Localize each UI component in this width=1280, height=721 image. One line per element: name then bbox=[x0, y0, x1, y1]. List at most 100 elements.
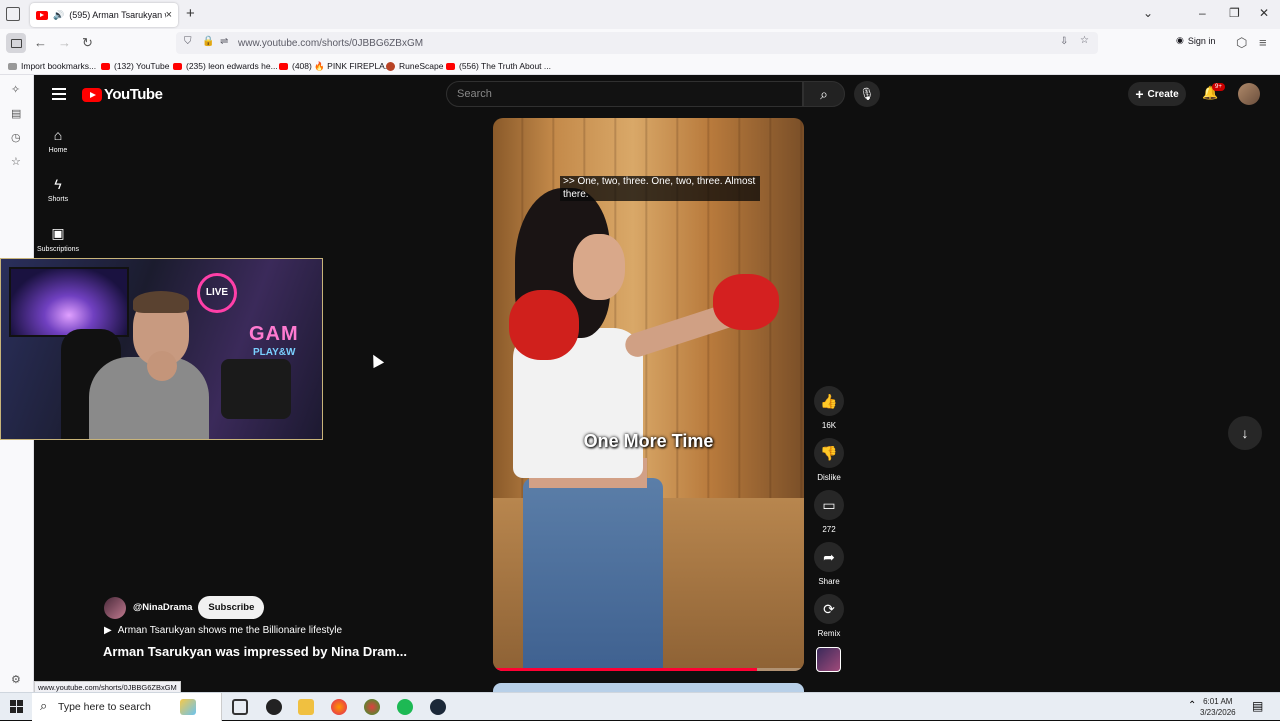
neon-sign-live: LIVE bbox=[197, 273, 237, 313]
sound-link[interactable]: ▶ Arman Tsarukyan shows me the Billionair… bbox=[104, 625, 342, 636]
windows-start-icon[interactable] bbox=[10, 700, 23, 713]
search-button[interactable]: ⌕ bbox=[803, 81, 845, 107]
thumbs-up-icon: 👍 bbox=[814, 386, 844, 416]
star-icon[interactable]: ☆ bbox=[1080, 35, 1089, 46]
navigation-bar: ← → ↻ ⛉ 🔒 ⇌ www.youtube.com/shorts/0JBBG… bbox=[0, 29, 1280, 57]
bookmark-item[interactable]: (132) YouTube bbox=[101, 61, 169, 71]
share-arrow-icon: ➦ bbox=[814, 542, 844, 572]
nav-item-home[interactable]: ⌂ Home bbox=[34, 127, 82, 154]
channel-avatar[interactable] bbox=[104, 596, 126, 619]
bookmark-item[interactable]: (235) leon edwards he... bbox=[173, 61, 278, 71]
menu-icon[interactable]: ≡ bbox=[1259, 35, 1267, 50]
import-icon bbox=[8, 62, 17, 70]
firefox-icon[interactable] bbox=[331, 699, 347, 715]
dislike-label: Dislike bbox=[817, 473, 841, 482]
voice-search-button[interactable]: 🎙 bbox=[854, 81, 880, 107]
youtube-logo[interactable]: YouTube bbox=[82, 86, 163, 103]
close-tab-icon[interactable]: × bbox=[166, 9, 172, 21]
boxer-jeans-image bbox=[523, 478, 663, 671]
steam-icon[interactable] bbox=[430, 699, 446, 715]
bookmarks-bar: Import bookmarks... (132) YouTube (235) … bbox=[0, 57, 1280, 75]
nav-item-subscriptions[interactable]: ▣ Subscriptions bbox=[34, 225, 82, 253]
share-label: Share bbox=[818, 577, 840, 586]
ai-sparkle-icon[interactable]: ✧ bbox=[11, 83, 20, 96]
search-input[interactable]: Search bbox=[446, 81, 803, 107]
subscribe-button[interactable]: Subscribe bbox=[198, 596, 265, 619]
bookmarks-icon[interactable]: ☆ bbox=[11, 155, 21, 168]
history-icon[interactable]: ◷ bbox=[11, 131, 21, 144]
shorts-icon: ϟ bbox=[54, 176, 62, 192]
speaker-icon[interactable]: 🔊 bbox=[53, 10, 64, 21]
video-progress-bar[interactable] bbox=[493, 668, 804, 671]
obs-icon[interactable] bbox=[266, 699, 282, 715]
video-title[interactable]: Arman Tsarukyan was impressed by Nina Dr… bbox=[103, 644, 407, 659]
bookmark-label: (132) YouTube bbox=[114, 61, 170, 71]
permissions-icon[interactable]: ⇌ bbox=[220, 36, 228, 47]
tab-list-icon[interactable] bbox=[6, 7, 20, 21]
forward-button[interactable]: → bbox=[58, 35, 71, 50]
share-button[interactable]: ➦ Share bbox=[813, 542, 845, 586]
streamer-image bbox=[89, 291, 209, 439]
nav-label: Home bbox=[48, 147, 68, 154]
progress-fill bbox=[493, 668, 758, 671]
notifications-icon[interactable]: ▤ bbox=[1252, 699, 1263, 713]
new-tab-button[interactable]: + bbox=[186, 5, 195, 22]
chevron-up-icon[interactable]: ⌃ bbox=[1188, 700, 1196, 711]
url-text: www.youtube.com/shorts/0JBBG6ZBxGM bbox=[238, 38, 424, 49]
extensions-icon[interactable]: ⬡ bbox=[1236, 35, 1247, 51]
bookmark-label: (235) leon edwards he... bbox=[186, 61, 278, 71]
url-bar[interactable]: ⛉ 🔒 ⇌ www.youtube.com/shorts/0JBBG6ZBxGM… bbox=[176, 32, 1098, 54]
like-button[interactable]: 👍 16K bbox=[813, 386, 845, 430]
nav-label: Shorts bbox=[47, 196, 69, 203]
bookmark-item[interactable]: RuneScape bbox=[386, 61, 443, 71]
close-window-button[interactable]: ✕ bbox=[1259, 6, 1269, 20]
reload-button[interactable]: ↻ bbox=[82, 35, 93, 51]
bookmark-item[interactable]: (408) 🔥 PINK FIREPLA... bbox=[279, 61, 392, 72]
thumbs-down-icon: 👎 bbox=[814, 438, 844, 468]
chrome-icon[interactable] bbox=[364, 699, 380, 715]
neon-sign-game: GAM bbox=[249, 323, 299, 345]
avatar[interactable] bbox=[1238, 83, 1260, 105]
boxing-glove-image bbox=[509, 290, 579, 360]
shorts-video-player[interactable]: >> One, two, three. One, two, three. Alm… bbox=[493, 118, 804, 671]
channel-name[interactable]: @NinaDrama bbox=[133, 602, 192, 613]
comments-button[interactable]: ▭ 272 bbox=[813, 490, 845, 534]
sound-thumbnail[interactable] bbox=[816, 647, 841, 672]
spotify-icon[interactable] bbox=[397, 699, 413, 715]
back-button[interactable]: ← bbox=[34, 35, 47, 50]
create-button[interactable]: + Create bbox=[1128, 82, 1186, 106]
remix-button[interactable]: ⟳ Remix bbox=[813, 594, 845, 638]
sign-in-button[interactable]: ◉ Sign in bbox=[1176, 35, 1215, 46]
restore-button[interactable]: ❐ bbox=[1229, 6, 1240, 20]
sidebar-toggle-button[interactable] bbox=[6, 33, 26, 53]
settings-gear-icon[interactable]: ⚙ bbox=[11, 673, 21, 686]
microphone-icon: 🎙 bbox=[859, 87, 875, 101]
windows-taskbar: Type here to search ⌃ 6:01 AM3/23/2026 ▤ bbox=[0, 692, 1280, 721]
task-view-icon[interactable] bbox=[232, 699, 248, 715]
dislike-button[interactable]: 👎 Dislike bbox=[813, 438, 845, 482]
webcam-overlay: LIVE GAM PLAY&W bbox=[0, 258, 323, 440]
file-explorer-icon[interactable] bbox=[298, 699, 314, 715]
search-icon: ⌕ bbox=[820, 86, 828, 102]
minimize-button[interactable]: – bbox=[1199, 6, 1206, 20]
search-highlight-icon[interactable] bbox=[180, 699, 196, 715]
browser-tab[interactable]: 🔊 (595) Arman Tsarukyan was i × bbox=[30, 3, 178, 27]
system-clock[interactable]: 6:01 AM 3/23/2026 bbox=[1200, 696, 1236, 718]
notification-badge: 9+ bbox=[1212, 83, 1225, 91]
lock-icon[interactable]: 🔒 bbox=[202, 36, 214, 47]
video-overlay-text: One More Time bbox=[583, 431, 714, 451]
bookmark-item[interactable]: (556) The Truth About ... bbox=[446, 61, 551, 71]
tabs-icon[interactable]: ▤ bbox=[11, 107, 21, 120]
nav-item-shorts[interactable]: ϟ Shorts bbox=[34, 176, 82, 203]
shield-icon[interactable]: ⛉ bbox=[184, 36, 192, 47]
chevron-down-icon[interactable]: ⌄ bbox=[1143, 6, 1153, 20]
bookmark-item[interactable]: Import bookmarks... bbox=[8, 61, 96, 71]
logo-text: YouTube bbox=[104, 86, 163, 103]
remix-label: Remix bbox=[817, 629, 841, 638]
create-label: Create bbox=[1147, 88, 1179, 100]
download-icon[interactable]: ⇩ bbox=[1060, 36, 1068, 47]
hamburger-menu-icon[interactable] bbox=[52, 88, 66, 103]
next-video-button[interactable]: ↓ bbox=[1228, 416, 1262, 450]
account-icon: ◉ bbox=[1176, 35, 1184, 45]
closed-caption: >> One, two, three. One, two, three. Alm… bbox=[560, 176, 760, 201]
